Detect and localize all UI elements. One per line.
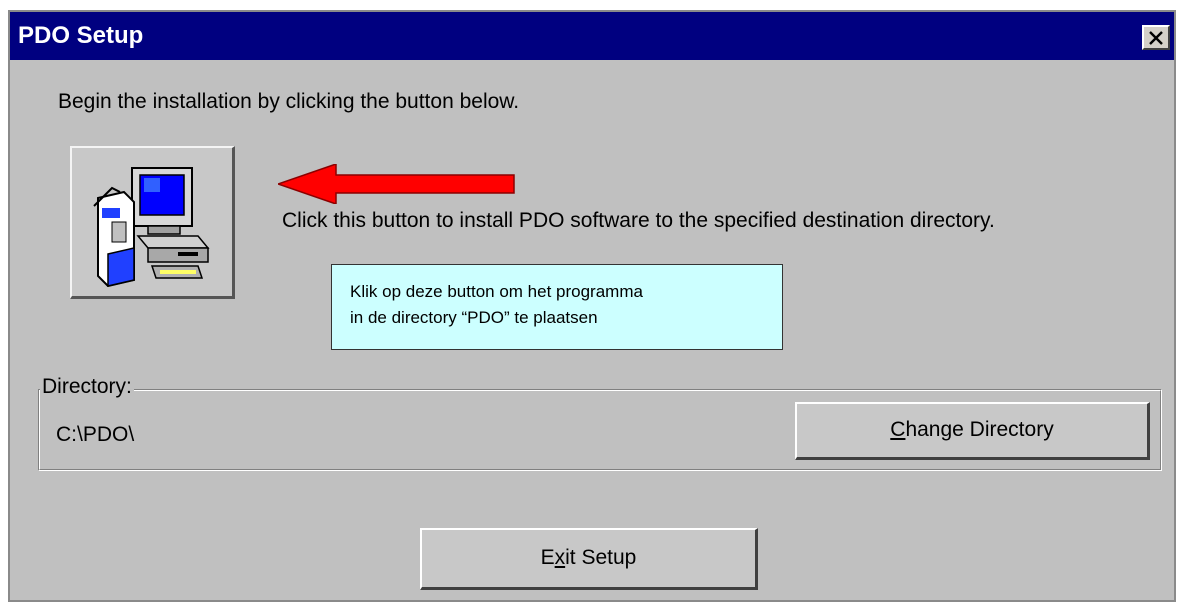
directory-label: Directory: — [40, 375, 134, 399]
exit-label-end: it Setup — [565, 546, 637, 569]
close-button[interactable] — [1142, 25, 1170, 50]
window-title: PDO Setup — [18, 22, 144, 49]
red-arrow-icon — [278, 164, 515, 204]
exit-mnemonic: x — [554, 546, 566, 569]
install-button[interactable] — [70, 146, 235, 299]
close-icon — [1149, 31, 1163, 45]
intro-text: Begin the installation by clicking the b… — [58, 90, 520, 113]
title-bar[interactable]: PDO Setup — [10, 12, 1174, 60]
annotation-line-1: Klik op deze button om het programma — [350, 282, 643, 301]
setup-dialog: PDO Setup Begin the installation by clic… — [8, 10, 1176, 602]
computer-setup-icon — [93, 167, 210, 287]
exit-setup-button[interactable]: Exit Setup — [420, 528, 758, 590]
change-directory-mnemonic: C — [890, 418, 906, 441]
directory-path: C:\PDO\ — [56, 423, 135, 446]
annotation-line-2: in de directory “PDO” te plaatsen — [350, 308, 598, 327]
change-directory-button[interactable]: Change Directory — [795, 402, 1150, 460]
change-directory-label: hange Directory — [905, 418, 1054, 441]
exit-label-start: E — [540, 546, 555, 569]
install-description: Click this button to install PDO softwar… — [282, 209, 995, 232]
annotation-callout: Klik op deze button om het programma in … — [331, 264, 783, 350]
